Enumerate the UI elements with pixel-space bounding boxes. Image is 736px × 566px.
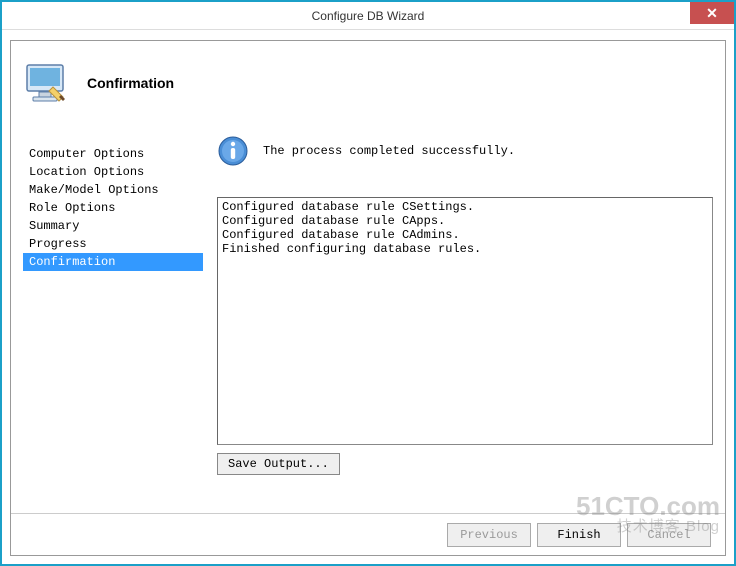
wizard-frame: Confirmation Computer OptionsLocation Op… [10,40,726,556]
page-heading: Confirmation [87,75,174,91]
sidebar-item-step-5[interactable]: Progress [23,235,203,253]
close-icon: ✕ [706,5,718,22]
sidebar-item-step-3[interactable]: Role Options [23,199,203,217]
previous-button: Previous [447,523,531,547]
sidebar-item-step-2[interactable]: Make/Model Options [23,181,203,199]
titlebar: Configure DB Wizard ✕ [2,2,734,30]
info-icon [217,135,249,167]
close-button[interactable]: ✕ [690,2,734,24]
monitor-icon [23,59,71,107]
main-pane: The process completed successfully. Conf… [217,135,713,511]
wizard-steps-sidebar: Computer OptionsLocation OptionsMake/Mod… [23,145,203,271]
status-row: The process completed successfully. [217,135,713,167]
content-area: Computer OptionsLocation OptionsMake/Mod… [11,121,725,511]
finish-button[interactable]: Finish [537,523,621,547]
sidebar-item-step-0[interactable]: Computer Options [23,145,203,163]
cancel-button: Cancel [627,523,711,547]
output-log[interactable]: Configured database rule CSettings. Conf… [217,197,713,445]
sidebar-item-step-6[interactable]: Confirmation [23,253,203,271]
status-message: The process completed successfully. [263,144,515,158]
window-title: Configure DB Wizard [312,9,425,23]
header-section: Confirmation [11,41,725,119]
save-output-button[interactable]: Save Output... [217,453,340,475]
sidebar-item-step-1[interactable]: Location Options [23,163,203,181]
button-bar: Previous Finish Cancel [11,513,725,555]
sidebar-item-step-4[interactable]: Summary [23,217,203,235]
